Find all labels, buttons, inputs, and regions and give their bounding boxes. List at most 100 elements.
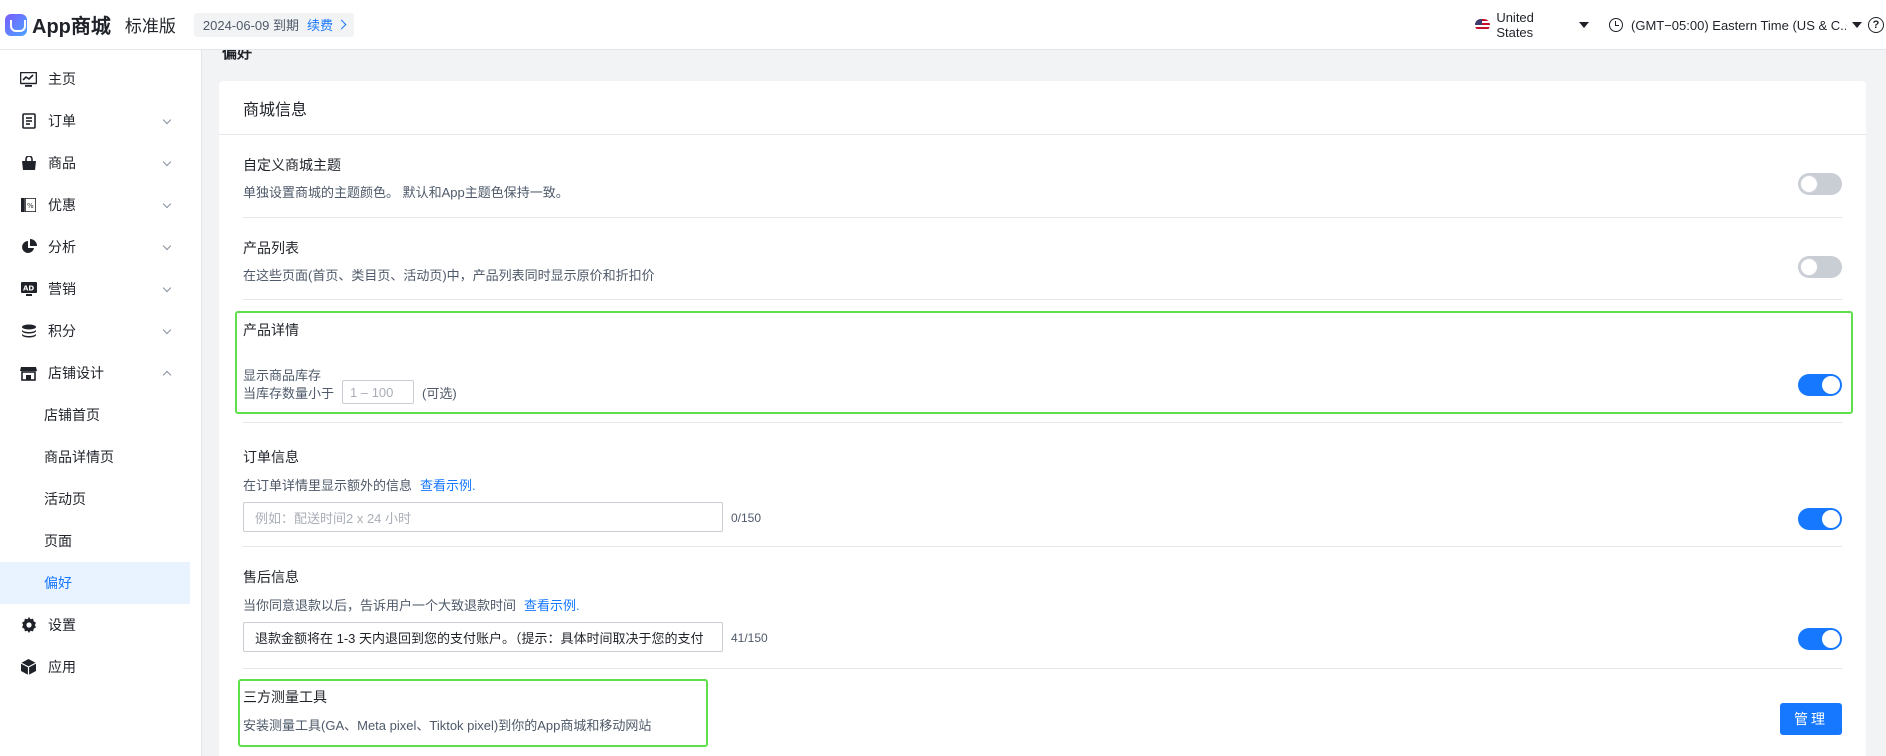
- section-title: 订单信息: [243, 449, 299, 465]
- chevron-right-icon: [336, 19, 347, 30]
- header-right: United States (GMT−05:00) Eastern Time (…: [1475, 0, 1886, 50]
- country-label: United States: [1496, 10, 1534, 40]
- main-content: 偏好 商城信息 自定义商城主题 单独设置商城的主题颜色。 默认和App主题色保持…: [203, 50, 1886, 756]
- stock-threshold-row: 当库存数量小于 1 – 100 (可选): [243, 380, 457, 404]
- country-selector[interactable]: United States: [1475, 10, 1589, 40]
- store-icon: [20, 365, 37, 382]
- sidebar-subitem-pages[interactable]: 页面: [0, 520, 201, 562]
- sidebar-subitem-campaign-page[interactable]: 活动页: [0, 478, 201, 520]
- theme-toggle[interactable]: [1798, 173, 1842, 195]
- discount-icon: %: [20, 197, 37, 214]
- timezone-selector[interactable]: (GMT−05:00) Eastern Time (US & C...: [1609, 18, 1862, 33]
- timezone-label: (GMT−05:00) Eastern Time (US & C...: [1631, 17, 1846, 33]
- coins-icon: [20, 323, 37, 340]
- store-info-card: 商城信息 自定义商城主题 单独设置商城的主题颜色。 默认和App主题色保持一致。…: [219, 81, 1866, 756]
- sidebar-subitem-preferences[interactable]: 偏好: [0, 562, 190, 604]
- section-product-detail: 产品详情 显示商品库存 当库存数量小于 1 – 100 (可选): [243, 300, 1842, 423]
- sidebar-item-label: 分析: [48, 239, 76, 255]
- pie-chart-icon: [20, 239, 37, 256]
- sidebar-item-label: 优惠: [48, 197, 76, 213]
- sidebar-item-label: 订单: [48, 113, 76, 129]
- chevron-up-icon: [162, 370, 172, 380]
- sidebar-item-settings[interactable]: 设置: [0, 604, 201, 646]
- product-list-toggle[interactable]: [1798, 256, 1842, 278]
- shopping-bag-icon: [20, 155, 37, 172]
- sidebar-item-store-design[interactable]: 店铺设计: [0, 352, 201, 394]
- order-info-desc: 在订单详情里显示额外的信息: [243, 478, 413, 493]
- sidebar-subitem-store-home[interactable]: 店铺首页: [0, 394, 201, 436]
- section-description: 当你同意退款以后，告诉用户一个大致退款时间 查看示例.: [243, 595, 580, 614]
- section-description: 在订单详情里显示额外的信息 查看示例.: [243, 475, 476, 494]
- manage-button[interactable]: 管理: [1780, 703, 1842, 735]
- after-sales-desc: 当你同意退款以后，告诉用户一个大致退款时间: [243, 598, 517, 613]
- chevron-down-icon: [162, 115, 172, 125]
- expiry-date: 2024-06-09 到期: [202, 18, 300, 33]
- sidebar-item-discounts[interactable]: % 优惠: [0, 184, 201, 226]
- section-description: 在这些页面(首页、类目页、活动页)中，产品列表同时显示原价和折扣价: [243, 268, 655, 283]
- chevron-down-icon: [162, 199, 172, 209]
- stock-prefix: 当库存数量小于: [243, 385, 335, 401]
- view-example-link[interactable]: 查看示例.: [420, 478, 476, 493]
- apps-cube-icon: [20, 659, 37, 676]
- sidebar-item-analytics[interactable]: 分析: [0, 226, 201, 268]
- after-sales-toggle[interactable]: [1798, 628, 1842, 650]
- sidebar-item-products[interactable]: 商品: [0, 142, 201, 184]
- optional-label: (可选): [422, 385, 457, 401]
- caret-down-icon: [1579, 22, 1589, 28]
- sidebar: 主页 订单 商品 % 优惠 分析 AD 营销 积分 店铺设计 店铺首页 商品详情…: [0, 50, 202, 756]
- sidebar-item-orders[interactable]: 订单: [0, 100, 201, 142]
- sidebar-item-apps[interactable]: 应用: [0, 646, 201, 688]
- help-icon[interactable]: ?: [1868, 17, 1884, 33]
- order-info-toggle[interactable]: [1798, 508, 1842, 530]
- section-title: 售后信息: [243, 569, 299, 585]
- expiry-badge: 2024-06-09 到期 续费: [193, 12, 355, 37]
- app-logo-icon: [5, 13, 27, 36]
- clock-icon: [1609, 18, 1623, 32]
- svg-text:AD: AD: [23, 285, 34, 293]
- sidebar-item-label: 营销: [48, 281, 76, 297]
- sidebar-item-marketing[interactable]: AD 营销: [0, 268, 201, 310]
- top-header: App商城 标准版 2024-06-09 到期 续费 United States…: [0, 0, 1886, 50]
- sidebar-item-label: 主页: [48, 71, 76, 87]
- us-flag-icon: [1475, 19, 1491, 31]
- order-info-input[interactable]: 例如：配送时间2 x 24 小时: [243, 502, 723, 532]
- card-title: 商城信息: [219, 81, 1866, 135]
- renew-link[interactable]: 续费: [307, 15, 347, 34]
- section-title: 产品列表: [243, 240, 299, 256]
- view-example-link[interactable]: 查看示例.: [524, 598, 580, 613]
- chevron-down-icon: [162, 325, 172, 335]
- chevron-down-icon: [162, 283, 172, 293]
- page-title: 偏好: [222, 50, 253, 62]
- section-product-list: 产品列表 在这些页面(首页、类目页、活动页)中，产品列表同时显示原价和折扣价: [243, 218, 1842, 300]
- stock-threshold-input[interactable]: 1 – 100: [342, 380, 415, 404]
- sidebar-item-label: 店铺设计: [48, 365, 104, 381]
- section-description: 安装测量工具(GA、Meta pixel、Tiktok pixel)到你的App…: [243, 718, 652, 733]
- chevron-down-icon: [162, 241, 172, 251]
- section-title: 自定义商城主题: [243, 157, 341, 173]
- dashboard-icon: [20, 71, 37, 88]
- section-order-info: 订单信息 在订单详情里显示额外的信息 查看示例. 例如：配送时间2 x 24 小时…: [243, 423, 1842, 547]
- sidebar-item-points[interactable]: 积分: [0, 310, 201, 352]
- logo-text: App商城: [32, 16, 111, 38]
- after-sales-input[interactable]: 退款金额将在 1-3 天内退回到您的支付账户。（提示：具体时间取决于您的支付: [243, 622, 723, 652]
- edition-label: 标准版: [124, 17, 176, 36]
- ad-icon: AD: [20, 281, 37, 298]
- sidebar-item-label: 设置: [48, 617, 76, 633]
- section-title: 产品详情: [243, 322, 299, 338]
- order-icon: [20, 113, 37, 130]
- sidebar-subitem-product-detail-page[interactable]: 商品详情页: [0, 436, 201, 478]
- renew-label: 续费: [307, 18, 334, 33]
- app-logo[interactable]: App商城: [5, 10, 111, 39]
- char-counter: 0/150: [731, 511, 762, 525]
- section-description: 单独设置商城的主题颜色。 默认和App主题色保持一致。: [243, 185, 569, 200]
- chevron-down-icon: [162, 157, 172, 167]
- section-after-sales: 售后信息 当你同意退款以后，告诉用户一个大致退款时间 查看示例. 退款金额将在 1…: [243, 547, 1842, 669]
- sidebar-item-home[interactable]: 主页: [0, 58, 201, 100]
- section-title: 三方测量工具: [243, 689, 327, 705]
- section-custom-theme: 自定义商城主题 单独设置商城的主题颜色。 默认和App主题色保持一致。: [243, 135, 1842, 218]
- svg-text:%: %: [27, 202, 34, 210]
- section-tracking-tools: 三方测量工具 安装测量工具(GA、Meta pixel、Tiktok pixel…: [243, 669, 1842, 756]
- product-detail-toggle[interactable]: [1798, 374, 1842, 396]
- char-counter: 41/150: [731, 631, 768, 645]
- sidebar-item-label: 积分: [48, 323, 76, 339]
